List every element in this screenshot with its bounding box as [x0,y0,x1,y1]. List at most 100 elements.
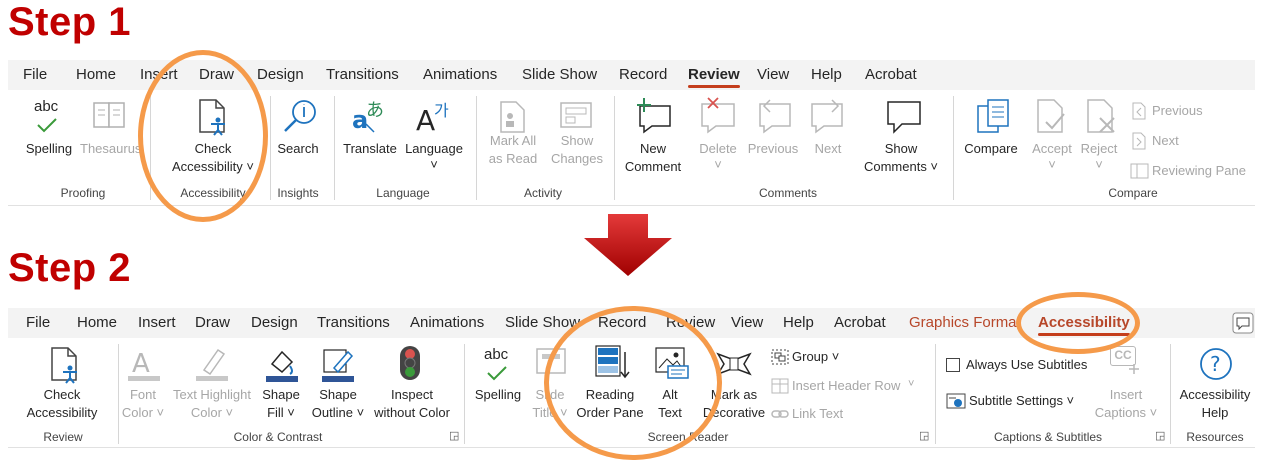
reading-order-pane-icon [595,345,630,379]
tab-design[interactable]: Design [257,66,304,83]
thesaurus-button[interactable]: Thesaurus [80,140,141,158]
text-highlight-color-button[interactable]: Text Highlight [168,386,256,404]
check-accessibility-label-2[interactable]: Accessibility [14,404,110,422]
tab-insert[interactable]: Insert [140,66,178,83]
previous-change-button[interactable]: Previous [1152,103,1203,118]
show-comments-button[interactable]: Show [856,140,946,158]
dialog-launcher-icon[interactable]: ◲ [919,429,929,442]
shape-fill-button[interactable]: Shape [256,386,306,404]
reading-order-pane-label-2[interactable]: Order Pane [570,404,650,422]
reviewing-pane-button[interactable]: Reviewing Pane [1152,163,1246,178]
insert-header-row-button[interactable]: Insert Header Row [792,378,900,393]
accept-dropdown-caret[interactable]: ˅ [1026,156,1078,174]
tab-slide-show[interactable]: Slide Show [522,66,597,83]
tab-view[interactable]: View [757,66,789,83]
ribbon-tab-bar: File Home Insert Draw Design Transitions… [8,308,1255,338]
tab-home[interactable]: Home [77,314,117,331]
next-change-button[interactable]: Next [1152,133,1179,148]
font-color-label-2[interactable]: Color ˅ [118,404,168,422]
tab-accessibility[interactable]: Accessibility [1038,314,1130,336]
dialog-launcher-icon[interactable]: ◲ [1155,429,1165,442]
tab-transitions[interactable]: Transitions [326,66,399,83]
svg-text:A: A [416,104,435,136]
shape-outline-label-2[interactable]: Outline ˅ [310,404,366,422]
reading-order-pane-button[interactable]: Reading [570,386,650,404]
search-button[interactable]: Search [272,140,324,158]
tab-design[interactable]: Design [251,314,298,331]
text-highlight-label-2[interactable]: Color ˅ [168,404,256,422]
tab-home[interactable]: Home [76,66,116,83]
check-accessibility-button[interactable]: Accessibility ˅ [163,158,263,176]
tab-animations[interactable]: Animations [423,66,497,83]
check-accessibility-label-1[interactable]: Check [163,140,263,158]
compare-button[interactable]: Compare [958,140,1024,158]
link-text-button[interactable]: Link Text [792,406,843,421]
accept-icon [1037,99,1065,133]
shape-outline-button[interactable]: Shape [310,386,366,404]
check-accessibility-button[interactable]: Check [14,386,110,404]
new-comment-button[interactable]: New [620,140,686,158]
tab-transitions[interactable]: Transitions [317,314,390,331]
tab-file[interactable]: File [26,314,50,331]
previous-comment-icon [759,99,791,134]
tab-acrobat[interactable]: Acrobat [834,314,886,331]
tab-insert[interactable]: Insert [138,314,176,331]
spelling-button[interactable]: Spelling [470,386,526,404]
tab-animations[interactable]: Animations [410,314,484,331]
accessibility-help-button[interactable]: Accessibility [1174,386,1256,404]
tab-review[interactable]: Review [666,314,715,331]
tab-slide-show[interactable]: Slide Show [505,314,580,331]
show-changes-label-2[interactable]: Changes [546,150,608,168]
next-comment-button[interactable]: Next [803,140,853,158]
group-label-resources: Resources [1186,430,1244,444]
tab-help[interactable]: Help [811,66,842,83]
group-button[interactable]: Group ˅ [792,349,839,364]
tab-acrobat[interactable]: Acrobat [865,66,917,83]
mark-all-read-label-2[interactable]: as Read [482,150,544,168]
tab-graphics-format[interactable]: Graphics Format [909,314,1021,331]
tab-record[interactable]: Record [619,66,667,83]
mark-as-decorative-icon [716,352,752,376]
new-comment-label-2[interactable]: Comment [620,158,686,176]
always-use-subtitles-checkbox[interactable] [946,358,960,372]
insert-captions-button[interactable]: Insert [1094,386,1158,404]
shape-fill-label-2[interactable]: Fill ˅ [256,404,306,422]
mark-as-decorative-button[interactable]: Mark as [698,386,770,404]
reject-icon [1087,99,1115,133]
font-color-button[interactable]: Font [118,386,168,404]
subtitle-settings-button[interactable]: Subtitle Settings ˅ [969,393,1074,408]
delete-dropdown-caret[interactable]: ˅ [688,156,748,174]
group-label-insights: Insights [277,186,319,200]
tab-review[interactable]: Review [688,66,740,88]
group-separator [935,344,936,444]
slide-title-button[interactable]: Slide [528,386,572,404]
spelling-button[interactable]: Spelling [20,140,78,158]
reject-dropdown-caret[interactable]: ˅ [1074,156,1124,174]
comments-pane-icon[interactable] [1232,312,1254,334]
translate-button[interactable]: Translate [338,140,402,158]
tab-record[interactable]: Record [598,314,646,331]
dialog-launcher-icon[interactable]: ◲ [449,429,459,442]
slide-title-label-2[interactable]: Title ˅ [528,404,572,422]
previous-comment-button[interactable]: Previous [742,140,804,158]
mark-all-read-button[interactable]: Mark All [482,132,544,150]
accessibility-help-label-2[interactable]: Help [1174,404,1256,422]
alt-text-label-2[interactable]: Text [648,404,692,422]
insert-captions-label-2[interactable]: Captions ˅ [1094,404,1158,422]
tab-file[interactable]: File [23,66,47,83]
tab-draw[interactable]: Draw [199,66,234,83]
alt-text-button[interactable]: Alt [648,386,692,404]
show-changes-button[interactable]: Show [546,132,608,150]
always-use-subtitles-label[interactable]: Always Use Subtitles [966,357,1087,372]
inspect-without-color-label-2[interactable]: without Color [366,404,458,422]
check-accessibility-icon [51,347,77,384]
show-comments-label-2[interactable]: Comments ˅ [856,158,946,176]
insert-header-row-dropdown-caret[interactable]: ˅ [908,378,914,390]
mark-as-decorative-label-2[interactable]: Decorative [698,404,770,422]
shape-outline-icon [322,349,354,382]
tab-draw[interactable]: Draw [195,314,230,331]
language-dropdown-caret[interactable]: ˅ [402,156,466,174]
tab-help[interactable]: Help [783,314,814,331]
inspect-without-color-button[interactable]: Inspect [366,386,458,404]
tab-view[interactable]: View [731,314,763,331]
